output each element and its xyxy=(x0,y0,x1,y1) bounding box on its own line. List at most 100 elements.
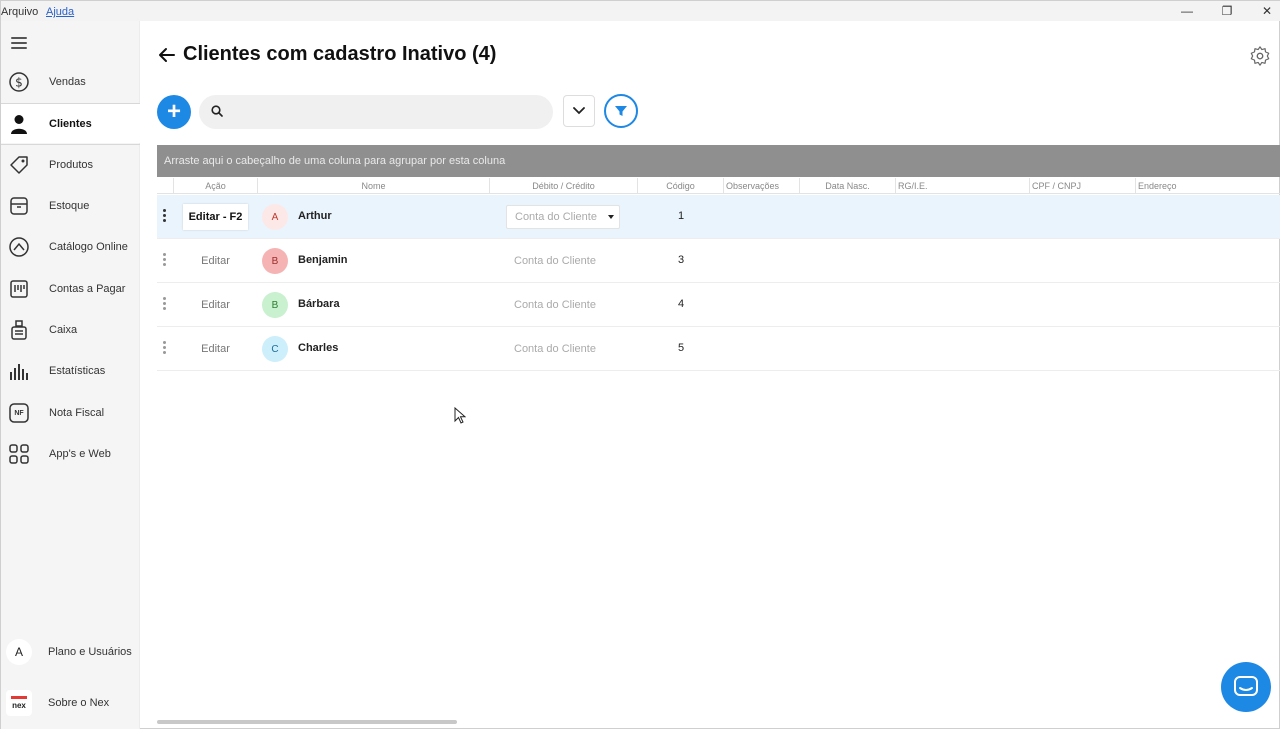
caret-down-icon xyxy=(608,215,614,219)
edit-button[interactable]: Editar xyxy=(183,248,248,274)
sidebar-item-label: Estoque xyxy=(49,200,90,212)
row-menu-icon[interactable] xyxy=(163,209,167,225)
sidebar-item-vendas[interactable]: $ Vendas xyxy=(1,62,140,102)
search-input[interactable] xyxy=(231,101,541,123)
nex-logo-icon: nex xyxy=(6,690,32,716)
sidebar-item-catalogo-online[interactable]: Catálogo Online xyxy=(1,227,140,267)
user-avatar: A xyxy=(6,639,32,665)
group-by-bar[interactable]: Arraste aqui o cabeçalho de uma coluna p… xyxy=(157,145,1280,177)
sidebar: $ Vendas Clientes Produtos Estoque Catál… xyxy=(1,21,140,729)
app-window: Arquivo Ajuda — ❐ ✕ $ Vendas Clientes Pr… xyxy=(0,0,1280,729)
sidebar-item-produtos[interactable]: Produtos xyxy=(1,144,140,184)
search-box[interactable] xyxy=(199,95,553,129)
sidebar-item-label: Catálogo Online xyxy=(49,241,128,253)
sidebar-item-label: Contas a Pagar xyxy=(49,283,126,295)
page-title: Clientes com cadastro Inativo (4) xyxy=(183,43,497,65)
avatar: B xyxy=(262,292,288,318)
grid-column-headers: Ação Nome Débito / Crédito Código Observ… xyxy=(157,178,1280,194)
column-header-cpf-cnpj[interactable]: CPF / CNPJ xyxy=(1029,178,1135,194)
sidebar-item-apps-e-web[interactable]: App's e Web xyxy=(1,434,140,474)
close-window-button[interactable]: ✕ xyxy=(1247,1,1280,21)
plus-icon: + xyxy=(166,98,181,125)
avatar: C xyxy=(262,336,288,362)
row-menu-icon[interactable] xyxy=(163,341,167,357)
horizontal-scrollbar[interactable] xyxy=(157,720,457,724)
chat-icon xyxy=(1234,676,1258,696)
column-header-observacoes[interactable]: Observações xyxy=(723,178,799,194)
account-select-value: Conta do Cliente xyxy=(514,299,596,311)
client-code: 5 xyxy=(677,342,685,354)
client-name: Arthur xyxy=(298,210,332,222)
person-icon xyxy=(8,113,30,135)
edit-button[interactable]: Editar xyxy=(183,292,248,318)
search-icon xyxy=(211,105,223,117)
row-menu-icon[interactable] xyxy=(163,253,167,269)
cash-register-icon xyxy=(8,319,30,341)
account-select[interactable]: Conta do Cliente xyxy=(506,337,620,361)
chat-support-button[interactable] xyxy=(1221,662,1271,712)
filter-button[interactable] xyxy=(604,94,638,128)
close-icon: ✕ xyxy=(1261,4,1273,18)
svg-text:$: $ xyxy=(15,76,23,90)
column-header-rg-ie[interactable]: RG/I.E. xyxy=(895,178,1029,194)
sidebar-item-estatisticas[interactable]: Estatísticas xyxy=(1,351,140,391)
bar-chart-icon xyxy=(8,360,30,382)
table-row[interactable]: Editar C Charles Conta do Cliente 5 xyxy=(157,327,1280,371)
column-header-endereco[interactable]: Endereço xyxy=(1135,178,1280,194)
sidebar-item-label: App's e Web xyxy=(49,448,111,460)
client-code: 4 xyxy=(677,298,685,310)
column-header-debito-credito[interactable]: Débito / Crédito xyxy=(489,178,637,194)
client-name: Benjamin xyxy=(298,254,348,266)
restore-button[interactable]: ❐ xyxy=(1207,1,1247,21)
sidebar-item-label: Sobre o Nex xyxy=(48,697,110,709)
row-menu-icon[interactable] xyxy=(163,297,167,313)
sidebar-item-label: Estatísticas xyxy=(49,365,106,377)
sidebar-item-caixa[interactable]: Caixa xyxy=(1,310,140,350)
add-client-button[interactable]: + xyxy=(157,95,191,129)
nf-icon: NF xyxy=(8,402,30,424)
avatar: B xyxy=(262,248,288,274)
tag-icon xyxy=(8,154,30,176)
gear-icon[interactable] xyxy=(1249,45,1271,67)
main-content: Clientes com cadastro Inativo (4) + Arra… xyxy=(141,21,1280,729)
account-select[interactable]: Conta do Cliente xyxy=(506,293,620,317)
sidebar-item-plano-e-usuarios[interactable]: A Plano e Usuários xyxy=(1,632,140,672)
account-select[interactable]: Conta do Cliente xyxy=(506,205,620,229)
column-header-nome[interactable]: Nome xyxy=(257,178,489,194)
sidebar-item-label: Nota Fiscal xyxy=(49,407,105,419)
sidebar-item-estoque[interactable]: Estoque xyxy=(1,186,140,226)
column-header-acao[interactable]: Ação xyxy=(173,178,257,194)
column-header-data-nasc[interactable]: Data Nasc. xyxy=(799,178,895,194)
client-code: 3 xyxy=(677,254,685,266)
minimize-icon: — xyxy=(1181,4,1193,18)
sidebar-item-label: Caixa xyxy=(49,324,78,336)
client-code: 1 xyxy=(677,210,685,222)
restore-icon: ❐ xyxy=(1221,4,1233,18)
sidebar-item-label: Clientes xyxy=(49,117,92,130)
sidebar-item-sobre-o-nex[interactable]: nex Sobre o Nex xyxy=(1,683,140,723)
hamburger-menu-icon[interactable] xyxy=(11,37,27,49)
edit-button[interactable]: Editar - F2 xyxy=(183,204,248,230)
sidebar-item-label: Vendas xyxy=(49,76,86,88)
nf-badge-text: NF xyxy=(14,409,24,417)
menubar: Arquivo Ajuda — ❐ ✕ xyxy=(1,1,1280,21)
account-select[interactable]: Conta do Cliente xyxy=(506,249,620,273)
sidebar-item-clientes[interactable]: Clientes xyxy=(1,103,140,143)
table-row[interactable]: Editar B Bárbara Conta do Cliente 4 xyxy=(157,283,1280,327)
minimize-button[interactable]: — xyxy=(1167,1,1207,21)
column-header-codigo[interactable]: Código xyxy=(637,178,723,194)
dollar-icon: $ xyxy=(8,71,30,93)
table-row[interactable]: Editar - F2 A Arthur Conta do Cliente 1 xyxy=(157,195,1280,239)
dropdown-toggle-button[interactable] xyxy=(563,95,595,127)
client-name: Bárbara xyxy=(298,298,340,310)
filter-icon xyxy=(615,106,627,116)
menu-ajuda[interactable]: Ajuda xyxy=(46,6,74,18)
sidebar-item-nota-fiscal[interactable]: NF Nota Fiscal xyxy=(1,393,140,433)
back-arrow-icon[interactable] xyxy=(157,45,177,65)
nex-logo-text: nex xyxy=(12,701,26,710)
table-row[interactable]: Editar B Benjamin Conta do Cliente 3 xyxy=(157,239,1280,283)
edit-button[interactable]: Editar xyxy=(183,336,248,362)
menu-arquivo[interactable]: Arquivo xyxy=(1,6,38,18)
sidebar-item-contas-a-pagar[interactable]: Contas a Pagar xyxy=(1,269,140,309)
sidebar-item-label: Plano e Usuários xyxy=(48,646,132,658)
